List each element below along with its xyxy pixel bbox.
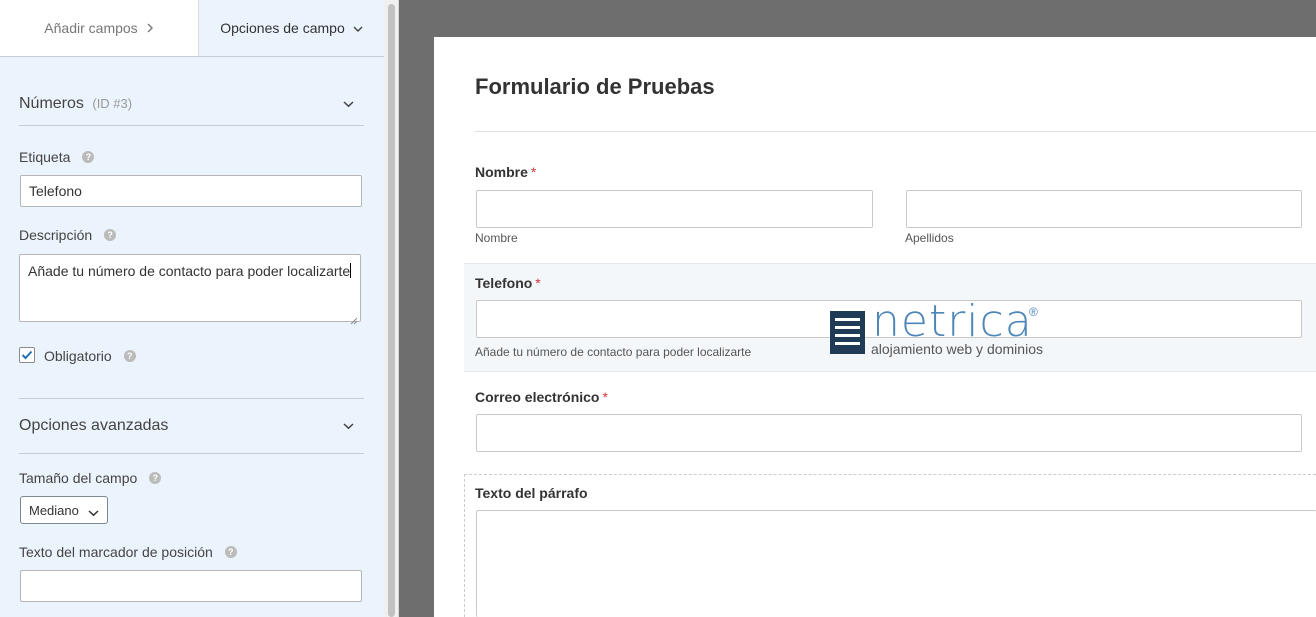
phone-field-label[interactable]: Telefono *	[475, 275, 541, 291]
help-icon[interactable]: ?	[224, 546, 237, 558]
field-id: (ID #3)	[92, 95, 133, 111]
description-textarea[interactable]: Añade tu número de contacto para poder l…	[19, 254, 361, 325]
chevron-down-icon	[343, 95, 354, 113]
required-mark: *	[530, 164, 537, 180]
label-input-value: Telefono	[29, 183, 82, 199]
help-icon[interactable]: ?	[82, 151, 95, 163]
email-label-text: Correo electrónico	[475, 389, 600, 405]
paragraph-field-label[interactable]: Texto del párrafo	[475, 485, 588, 501]
name-field-label[interactable]: Nombre *	[475, 164, 536, 180]
chevron-down-icon	[88, 505, 99, 520]
chevron-down-icon	[343, 417, 354, 435]
help-icon[interactable]: ?	[149, 472, 162, 484]
phone-description: Añade tu número de contacto para poder l…	[475, 345, 752, 359]
placeholder-caption-text: Texto del marcador de posición	[19, 544, 213, 560]
description-caption: Descripción ?	[19, 227, 117, 243]
phone-label-text: Telefono	[475, 275, 533, 291]
paragraph-textarea[interactable]	[476, 510, 1316, 617]
first-name-sublabel: Nombre	[475, 231, 518, 245]
advanced-title: Opciones avanzadas	[19, 417, 169, 434]
section-numbers-title: Números (ID #3)	[19, 95, 132, 113]
placeholder-caption: Texto del marcador de posición ?	[19, 544, 237, 560]
required-label[interactable]: Obligatorio	[44, 348, 112, 364]
required-mark: *	[602, 389, 608, 405]
phone-input[interactable]	[476, 300, 1302, 338]
checkmark-icon	[21, 350, 33, 360]
section-advanced-header[interactable]: Opciones avanzadas	[19, 398, 364, 454]
resize-handle-icon[interactable]	[350, 311, 358, 325]
email-input[interactable]	[476, 414, 1302, 452]
form-title: Formulario de Pruebas	[475, 74, 715, 99]
section-numbers-header[interactable]: Números (ID #3)	[19, 82, 364, 126]
tab-add-fields[interactable]: Añadir campos	[0, 0, 199, 56]
label-caption-text: Etiqueta	[19, 149, 71, 165]
email-field-label[interactable]: Correo electrónico *	[475, 389, 608, 405]
help-icon[interactable]: ?	[104, 229, 117, 241]
required-mark: *	[535, 275, 541, 291]
panel-scrollbar[interactable]	[384, 0, 399, 617]
required-checkbox[interactable]	[19, 347, 35, 363]
label-input[interactable]: Telefono	[20, 175, 362, 207]
field-options-panel: Añadir campos Opciones de campo Números …	[0, 0, 384, 617]
chevron-right-icon	[146, 20, 154, 36]
description-value: Añade tu número de contacto para poder l…	[28, 263, 351, 279]
chevron-down-icon	[353, 20, 363, 36]
name-label-text: Nombre	[475, 164, 528, 180]
description-caption-text: Descripción	[19, 227, 93, 243]
size-select-value: Mediano	[29, 502, 79, 518]
tab-field-options[interactable]: Opciones de campo	[199, 0, 384, 56]
last-name-sublabel: Apellidos	[905, 231, 954, 245]
placeholder-input[interactable]	[20, 570, 362, 602]
section-title: Números	[19, 94, 84, 112]
label-caption: Etiqueta ?	[19, 149, 95, 165]
first-name-input[interactable]	[476, 190, 873, 228]
required-caption: Obligatorio ?	[44, 348, 136, 364]
size-select[interactable]: Mediano	[20, 496, 108, 524]
size-caption-text: Tamaño del campo	[19, 470, 138, 486]
tab-field-options-label: Opciones de campo	[220, 20, 345, 36]
last-name-input[interactable]	[906, 190, 1302, 228]
title-divider	[475, 131, 1316, 132]
size-caption: Tamaño del campo ?	[19, 470, 162, 486]
help-icon[interactable]: ?	[123, 350, 136, 362]
panel-tabs: Añadir campos Opciones de campo	[0, 0, 384, 57]
text-cursor	[350, 263, 352, 278]
tab-add-fields-label: Añadir campos	[44, 20, 138, 36]
scrollbar-thumb[interactable]	[388, 4, 395, 617]
